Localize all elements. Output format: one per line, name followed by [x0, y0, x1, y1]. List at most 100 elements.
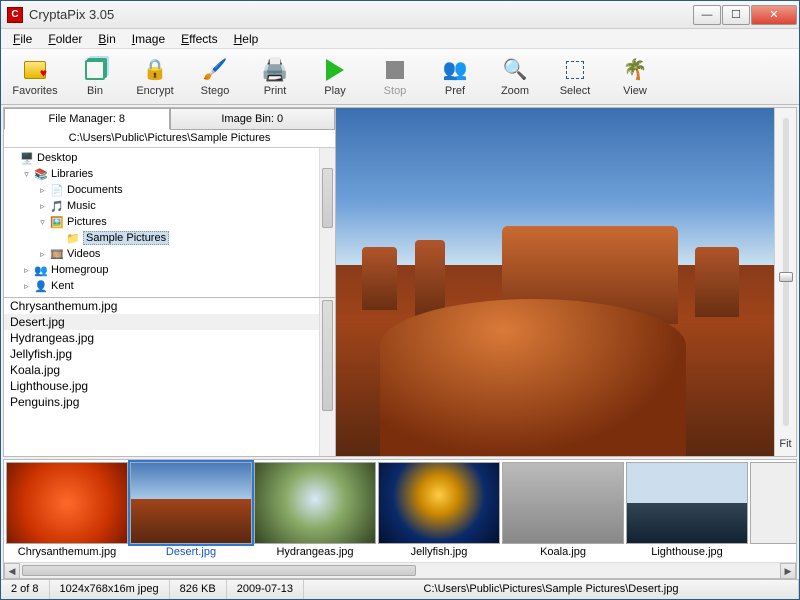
scroll-left-button[interactable]: ◀: [4, 563, 20, 579]
status-bar: 2 of 8 1024x768x16m jpeg 826 KB 2009-07-…: [1, 579, 799, 599]
stop-icon: [381, 57, 409, 83]
tree-node[interactable]: ▹🎞️Videos: [4, 246, 335, 262]
expand-icon[interactable]: ▿: [38, 218, 47, 227]
toolbar-label: Print: [264, 85, 287, 97]
tab-image-bin[interactable]: Image Bin: 0: [170, 108, 336, 130]
tree-node[interactable]: ▿🖼️Pictures: [4, 214, 335, 230]
preview-wrap: Fit: [336, 108, 796, 456]
expand-icon[interactable]: ▹: [38, 186, 47, 195]
file-row[interactable]: Jellyfish.jpg: [4, 346, 335, 362]
menu-file[interactable]: File: [5, 30, 40, 48]
thumbnail-item[interactable]: Lighthouse.jpg: [626, 462, 748, 560]
zoom-button[interactable]: 🔍Zoom: [487, 52, 543, 102]
encrypt-button[interactable]: 🔒Encrypt: [127, 52, 183, 102]
thumbnail-image: [6, 462, 128, 544]
toolbar: ♥FavoritesBin🔒Encrypt🖌️Stego🖨️PrintPlay S…: [1, 49, 799, 105]
slider-knob[interactable]: [779, 272, 793, 282]
thumbnail-item[interactable]: Jellyfish.jpg: [378, 462, 500, 560]
close-button[interactable]: ✕: [751, 5, 797, 25]
menu-folder[interactable]: Folder: [40, 30, 90, 48]
pref-button[interactable]: 👥 Pref: [427, 52, 483, 102]
preview-image: [336, 108, 774, 456]
play-button[interactable]: Play: [307, 52, 363, 102]
filelist-scrollbar[interactable]: [319, 298, 335, 456]
tree-node[interactable]: 🖥️Desktop: [4, 150, 335, 166]
thumb-scrollbar[interactable]: ◀ ▶: [4, 562, 796, 578]
expand-icon[interactable]: [54, 234, 63, 243]
thumbnail-image: [626, 462, 748, 544]
tree-node[interactable]: ▿📚Libraries: [4, 166, 335, 182]
menu-help[interactable]: Help: [226, 30, 267, 48]
tree-label: Videos: [67, 248, 100, 260]
file-row[interactable]: Hydrangeas.jpg: [4, 330, 335, 346]
file-row[interactable]: Desert.jpg: [4, 314, 335, 330]
favorites-button[interactable]: ♥Favorites: [7, 52, 63, 102]
folder-icon: 📄: [50, 183, 64, 197]
file-row[interactable]: Lighthouse.jpg: [4, 378, 335, 394]
tree-node[interactable]: ▹👥Homegroup: [4, 262, 335, 278]
scroll-right-button[interactable]: ▶: [780, 563, 796, 579]
folder-icon: 📁: [66, 231, 80, 245]
expand-icon[interactable]: ▹: [38, 202, 47, 211]
stego-button[interactable]: 🖌️Stego: [187, 52, 243, 102]
bin-button[interactable]: Bin: [67, 52, 123, 102]
thumbnail-item[interactable]: Hydrangeas.jpg: [254, 462, 376, 560]
zoom-slider[interactable]: [783, 118, 789, 426]
menu-bin[interactable]: Bin: [90, 30, 123, 48]
thumbnail-caption: Desert.jpg: [130, 544, 252, 558]
thumbnail-image: [750, 462, 796, 544]
expand-icon[interactable]: [8, 154, 17, 163]
play-icon: [321, 57, 349, 83]
maximize-button[interactable]: ☐: [722, 5, 750, 25]
image-preview[interactable]: [336, 108, 774, 456]
expand-icon[interactable]: ▹: [22, 282, 31, 291]
tree-label: Libraries: [51, 168, 93, 180]
toolbar-label: Pref: [445, 85, 465, 97]
expand-icon[interactable]: ▿: [22, 170, 31, 179]
toolbar-label: Zoom: [501, 85, 529, 97]
tree-scrollbar[interactable]: [319, 148, 335, 297]
folder-icon: 🖼️: [50, 215, 64, 229]
file-row[interactable]: Chrysanthemum.jpg: [4, 298, 335, 314]
tree-node[interactable]: ▹📄Documents: [4, 182, 335, 198]
thumbnail-item[interactable]: P: [750, 462, 796, 560]
scrollbar-thumb[interactable]: [322, 168, 333, 228]
menu-effects[interactable]: Effects: [173, 30, 225, 48]
thumbnail-item[interactable]: Koala.jpg: [502, 462, 624, 560]
status-position: 2 of 8: [1, 580, 50, 599]
thumbnail-item[interactable]: Desert.jpg: [130, 462, 252, 560]
file-row[interactable]: Koala.jpg: [4, 362, 335, 378]
scrollbar-thumb[interactable]: [22, 565, 416, 576]
print-button[interactable]: 🖨️Print: [247, 52, 303, 102]
tree-label: Desktop: [37, 152, 77, 164]
left-tabs: File Manager: 8 Image Bin: 0: [4, 108, 335, 130]
status-date: 2009-07-13: [227, 580, 304, 599]
file-list[interactable]: Chrysanthemum.jpgDesert.jpgHydrangeas.jp…: [4, 298, 335, 456]
folder-tree[interactable]: 🖥️Desktop▿📚Libraries▹📄Documents▹🎵Music▿🖼…: [4, 148, 335, 298]
favorites-icon: ♥: [21, 57, 49, 83]
view-button[interactable]: 🌴View: [607, 52, 663, 102]
tree-node[interactable]: ▹🎵Music: [4, 198, 335, 214]
expand-icon[interactable]: ▹: [22, 266, 31, 275]
app-icon: C: [7, 7, 23, 23]
tab-file-manager[interactable]: File Manager: 8: [4, 108, 170, 130]
minimize-button[interactable]: —: [693, 5, 721, 25]
thumbnail-strip: Chrysanthemum.jpgDesert.jpgHydrangeas.jp…: [3, 459, 797, 579]
file-row[interactable]: Penguins.jpg: [4, 394, 335, 410]
folder-icon: 📚: [34, 167, 48, 181]
tree-label: Homegroup: [51, 264, 108, 276]
expand-icon[interactable]: ▹: [38, 250, 47, 259]
tree-node[interactable]: ▹👤Kent: [4, 278, 335, 294]
menu-image[interactable]: Image: [124, 30, 173, 48]
select-icon: [561, 57, 589, 83]
select-button[interactable]: Select: [547, 52, 603, 102]
toolbar-label: Stego: [201, 85, 230, 97]
scrollbar-thumb[interactable]: [322, 300, 333, 411]
left-pane: File Manager: 8 Image Bin: 0 C:\Users\Pu…: [4, 108, 336, 456]
tree-label: Pictures: [67, 216, 107, 228]
tree-node[interactable]: 📁Sample Pictures: [4, 230, 335, 246]
path-bar: C:\Users\Public\Pictures\Sample Pictures: [4, 130, 335, 148]
folder-icon: 👤: [34, 279, 48, 293]
pref-icon: 👥: [441, 57, 469, 83]
thumbnail-item[interactable]: Chrysanthemum.jpg: [6, 462, 128, 560]
